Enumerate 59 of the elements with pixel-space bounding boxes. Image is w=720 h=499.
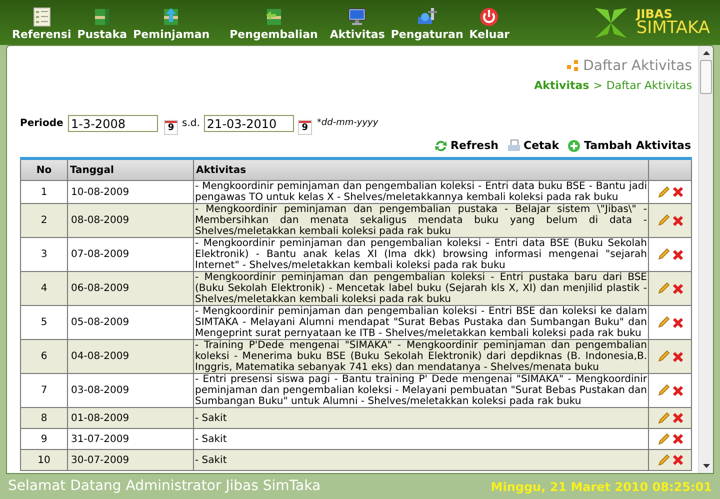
start-date-field[interactable]: 1-3-2008 <box>68 115 158 132</box>
power-icon <box>479 7 500 27</box>
pencil-icon[interactable] <box>656 186 670 198</box>
nav-button[interactable]: Pustaka <box>75 7 130 41</box>
scroll-down-icon[interactable] <box>702 464 710 468</box>
printer-icon <box>506 138 520 153</box>
squares-icon <box>567 60 580 73</box>
scroll-thumb[interactable] <box>700 60 712 94</box>
toolbar-button[interactable]: Cetak <box>506 138 560 154</box>
delete-icon[interactable] <box>672 186 684 198</box>
delete-icon[interactable] <box>672 384 684 396</box>
delete-icon[interactable] <box>672 454 684 466</box>
delete-icon[interactable] <box>672 248 684 260</box>
date-format-hint: *dd-mm-yyyy <box>316 116 378 130</box>
toolbar-button[interactable]: Tambah Aktivitas <box>567 138 691 154</box>
scroll-up-icon[interactable] <box>702 51 710 55</box>
table-cell: 30-07-2009 <box>68 450 194 470</box>
tools-icon <box>416 7 438 27</box>
table-cell: - Sakit <box>194 450 648 470</box>
page-title: Daftar Aktivitas <box>583 57 692 76</box>
delete-icon[interactable] <box>672 350 684 362</box>
date-time: Minggu, 21 Maret 2010 08:25:01 <box>490 478 712 496</box>
pencil-icon[interactable] <box>656 384 670 397</box>
nav-button[interactable]: Peminjaman <box>131 7 212 41</box>
pencil-icon[interactable] <box>656 454 670 466</box>
delete-icon[interactable] <box>672 214 684 226</box>
pencil-icon[interactable] <box>656 316 670 329</box>
welcome-text: Selamat Datang Administrator Jibas SimTaka <box>8 477 321 496</box>
delete-icon[interactable] <box>672 412 684 424</box>
delete-icon[interactable] <box>672 282 684 294</box>
pencil-icon[interactable] <box>656 350 670 363</box>
pencil-icon[interactable] <box>656 214 670 227</box>
nav-button[interactable]: Pengembalian <box>228 7 320 41</box>
logo-text: JIBAS <box>636 8 672 20</box>
nav-button[interactable]: Keluar <box>467 7 512 41</box>
nav-button[interactable]: Referensi <box>10 7 74 41</box>
periode-label: Periode <box>20 117 64 131</box>
calendar-icon[interactable]: 9 <box>298 120 312 134</box>
toolbar-button[interactable]: Refresh <box>434 138 498 154</box>
plus-icon <box>567 138 582 153</box>
end-date-field[interactable]: 21-03-2010 <box>204 115 294 132</box>
pencil-icon[interactable] <box>656 432 670 446</box>
pencil-icon[interactable] <box>656 282 670 295</box>
table-cell: 10 <box>20 450 68 470</box>
breadcrumb-current: Daftar Aktivitas <box>606 78 692 94</box>
nav-button[interactable]: Aktivitas <box>328 7 387 41</box>
delete-icon[interactable] <box>672 316 684 328</box>
separator-text: s.d. <box>182 117 200 131</box>
pencil-icon[interactable] <box>656 412 670 424</box>
breadcrumb-separator: > <box>593 78 602 94</box>
refresh-icon <box>434 138 448 153</box>
list-icon <box>32 7 52 27</box>
breadcrumb-link[interactable]: Aktivitas <box>534 78 590 94</box>
pencil-icon[interactable] <box>656 248 670 261</box>
logo-text: SIMTAKA <box>636 20 710 37</box>
monitor-icon <box>347 7 368 27</box>
delete-icon[interactable] <box>672 433 684 445</box>
nav-button[interactable]: Pengaturan <box>388 7 466 41</box>
calendar-icon[interactable]: 9 <box>164 120 178 134</box>
